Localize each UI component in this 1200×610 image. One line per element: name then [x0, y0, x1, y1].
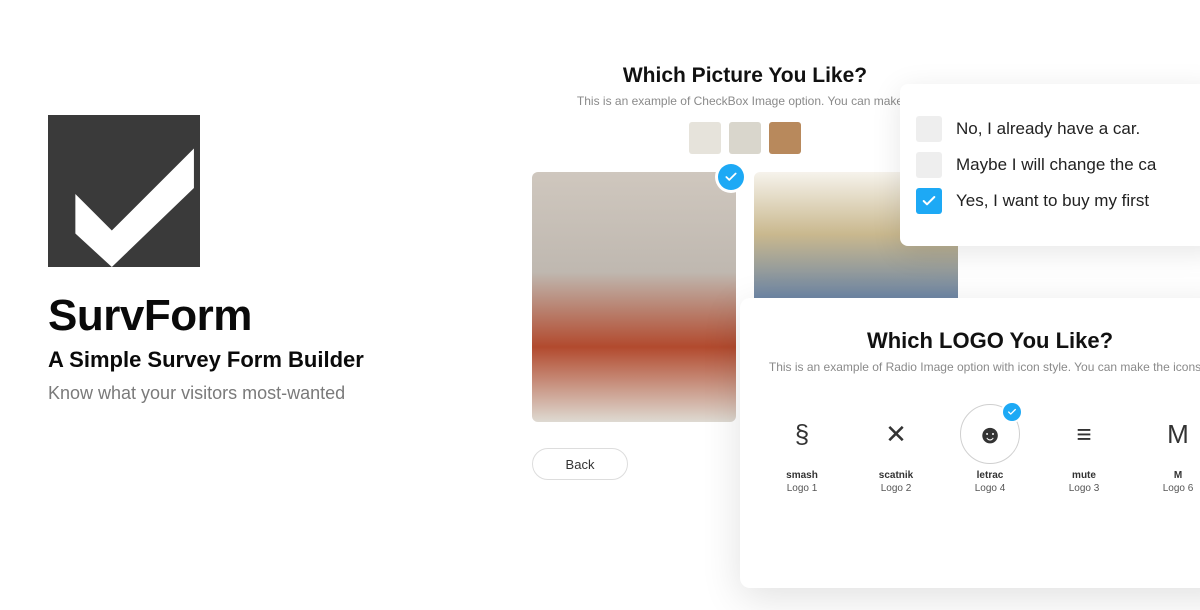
hero-section: SurvForm A Simple Survey Form Builder Kn… [48, 115, 488, 404]
logo-option[interactable]: ✕ scatnik Logo 2 [860, 404, 932, 494]
logo-label: Logo 3 [1048, 483, 1120, 494]
logo-glyph-icon: ☻ [976, 419, 1003, 450]
logo-label: Logo 4 [954, 483, 1026, 494]
thumbnail-3[interactable] [769, 122, 801, 154]
question-title: Which Picture You Like? [532, 64, 958, 88]
logo-glyph-icon: ✕ [885, 419, 907, 450]
logo-question-panel: Which LOGO You Like? This is an example … [740, 298, 1200, 588]
thumbnail-2[interactable] [729, 122, 761, 154]
product-subtitle: A Simple Survey Form Builder [48, 347, 488, 373]
thumbnail-1[interactable] [689, 122, 721, 154]
choice-option[interactable]: No, I already have a car. [916, 116, 1200, 142]
logo-label: Logo 6 [1142, 483, 1200, 494]
checkbox-checked-icon [916, 188, 942, 214]
selected-badge-icon [1003, 403, 1021, 421]
back-button[interactable]: Back [532, 448, 628, 480]
product-name: SurvForm [48, 291, 488, 341]
logo-glyph-icon: M [1167, 419, 1189, 450]
logo-label: Logo 1 [766, 483, 838, 494]
logo-code: scatnik [860, 470, 932, 481]
checkbox-unchecked-icon [916, 152, 942, 178]
logo-option[interactable]: § smash Logo 1 [766, 404, 838, 494]
question-description: This is an example of Radio Image option… [766, 360, 1200, 374]
logo-code: letrac [954, 470, 1026, 481]
checkmark-icon [48, 115, 200, 267]
logo-label: Logo 2 [860, 483, 932, 494]
product-tagline: Know what your visitors most-wanted [48, 383, 488, 404]
selected-badge-icon [718, 164, 744, 190]
question-description: This is an example of CheckBox Image opt… [532, 94, 958, 108]
choice-option-label: Yes, I want to buy my first [956, 191, 1149, 211]
logo-option[interactable]: M M Logo 6 [1142, 404, 1200, 494]
choice-option[interactable]: Yes, I want to buy my first [916, 188, 1200, 214]
logo-code: mute [1048, 470, 1120, 481]
logo-option[interactable]: ☻ letrac Logo 4 [954, 404, 1026, 494]
question-title: Which LOGO You Like? [766, 328, 1200, 354]
logo-glyph-icon: ≡ [1076, 419, 1091, 450]
choice-question-panel: No, I already have a car. Maybe I will c… [900, 84, 1200, 246]
back-button-label: Back [566, 457, 595, 472]
choice-option[interactable]: Maybe I will change the ca [916, 152, 1200, 178]
logo-option[interactable]: ≡ mute Logo 3 [1048, 404, 1120, 494]
choice-option-label: Maybe I will change the ca [956, 155, 1156, 175]
logo-code: M [1142, 470, 1200, 481]
product-logo [48, 115, 200, 267]
choice-option-label: No, I already have a car. [956, 119, 1140, 139]
logo-glyph-icon: § [795, 419, 809, 450]
checkbox-unchecked-icon [916, 116, 942, 142]
image-option-1[interactable] [532, 172, 736, 422]
logo-code: smash [766, 470, 838, 481]
thumbnail-strip [532, 122, 958, 154]
